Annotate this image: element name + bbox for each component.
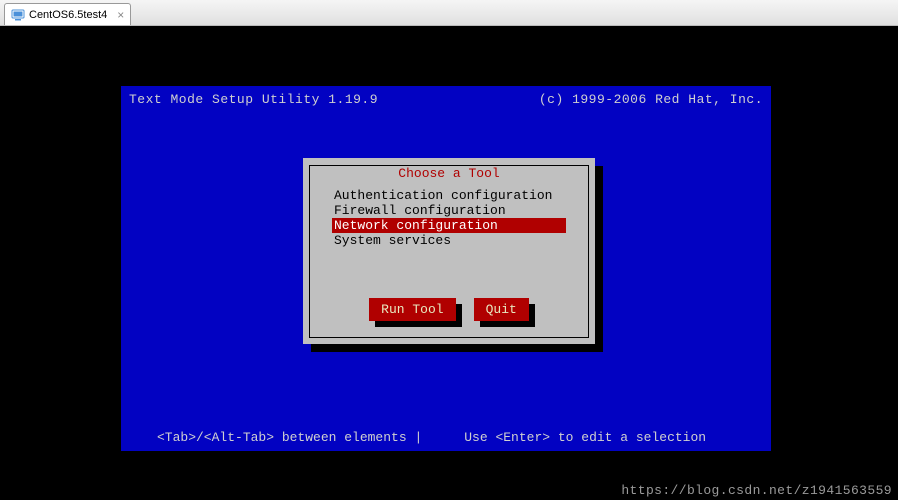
menu-item-network[interactable]: Network configuration [332,218,566,233]
header: Text Mode Setup Utility 1.19.9 (c) 1999-… [129,92,763,107]
app-title: Text Mode Setup Utility 1.19.9 [129,92,378,107]
tab-bar: CentOS6.5test4 × [0,0,898,26]
button-row: Run Tool Quit [310,298,588,321]
console-frame: Text Mode Setup Utility 1.19.9 (c) 1999-… [0,26,898,500]
copyright: (c) 1999-2006 Red Hat, Inc. [539,92,763,107]
watermark: https://blog.csdn.net/z1941563559 [621,483,892,498]
setup-screen: Text Mode Setup Utility 1.19.9 (c) 1999-… [121,86,771,451]
menu-item-auth[interactable]: Authentication configuration [332,188,574,203]
menu-item-services[interactable]: System services [332,233,574,248]
choose-tool-dialog: Choose a Tool Authentication configurati… [303,158,595,344]
close-icon[interactable]: × [117,8,124,22]
vm-tab[interactable]: CentOS6.5test4 × [4,3,131,25]
run-tool-button[interactable]: Run Tool [369,298,455,321]
footer-hint-right: Use <Enter> to edit a selection [464,430,706,445]
tool-menu: Authentication configuration Firewall co… [332,188,574,248]
dialog-border: Choose a Tool Authentication configurati… [309,165,589,338]
quit-button[interactable]: Quit [474,298,529,321]
footer-hint-left: <Tab>/<Alt-Tab> between elements | [157,430,422,445]
vm-icon [11,8,25,22]
dialog-title: Choose a Tool [392,166,505,181]
footer: <Tab>/<Alt-Tab> between elements | Use <… [157,430,763,445]
menu-item-firewall[interactable]: Firewall configuration [332,203,574,218]
tab-label: CentOS6.5test4 [29,9,107,21]
